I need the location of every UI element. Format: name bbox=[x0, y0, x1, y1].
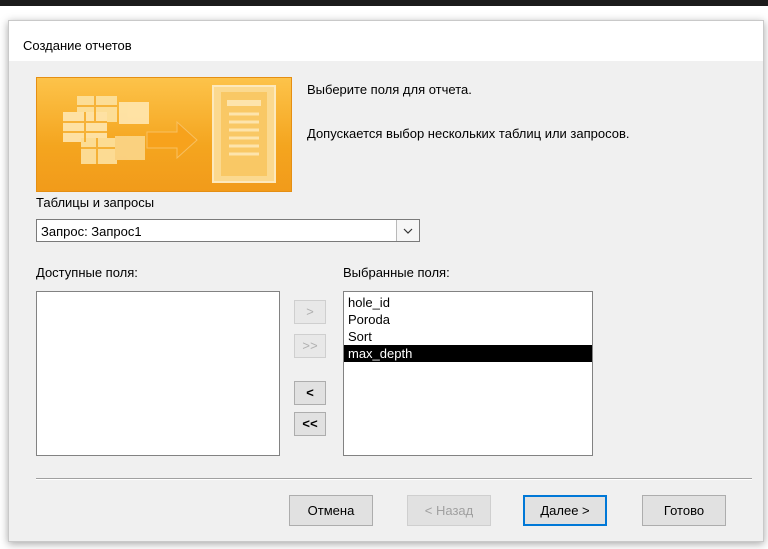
wizard-illustration bbox=[36, 77, 292, 192]
tables-queries-select[interactable]: Запрос: Запрос1 bbox=[36, 219, 420, 242]
report-wizard-dialog: Создание отчетов Выберите поля для отчет… bbox=[8, 20, 764, 542]
list-item[interactable]: Sort bbox=[344, 328, 592, 345]
list-item[interactable]: Poroda bbox=[344, 311, 592, 328]
selected-fields-label: Выбранные поля: bbox=[343, 265, 450, 280]
tables-queries-label: Таблицы и запросы bbox=[36, 195, 155, 210]
dialog-titlebar: Создание отчетов bbox=[9, 21, 763, 61]
dialog-title: Создание отчетов bbox=[23, 38, 132, 53]
back-button[interactable]: < Назад bbox=[407, 495, 491, 526]
add-field-button[interactable]: > bbox=[294, 300, 326, 324]
cancel-button-label: Отмена bbox=[307, 503, 355, 518]
add-all-fields-button[interactable]: >> bbox=[294, 334, 326, 358]
instruction-hint: Допускается выбор нескольких таблиц или … bbox=[307, 126, 630, 141]
instruction-text: Выберите поля для отчета. bbox=[307, 82, 472, 97]
chevron-down-icon[interactable] bbox=[396, 220, 419, 241]
back-button-label: < Назад bbox=[424, 503, 474, 518]
next-button[interactable]: Далее > bbox=[523, 495, 607, 526]
table-to-report-icon bbox=[63, 85, 276, 183]
selected-fields-list[interactable]: hole_id Poroda Sort max_depth bbox=[343, 291, 593, 456]
available-fields-list[interactable] bbox=[36, 291, 280, 456]
window-top-edge bbox=[0, 0, 768, 6]
list-item-selected[interactable]: max_depth bbox=[344, 345, 592, 362]
next-button-label: Далее > bbox=[540, 503, 590, 518]
list-item[interactable]: hole_id bbox=[344, 294, 592, 311]
available-fields-label: Доступные поля: bbox=[36, 265, 138, 280]
finish-button-label: Готово bbox=[663, 503, 705, 518]
remove-field-button[interactable]: < bbox=[294, 381, 326, 405]
selected-source-value: Запрос: Запрос1 bbox=[41, 224, 142, 239]
remove-all-fields-button[interactable]: << bbox=[294, 412, 326, 436]
footer-separator bbox=[36, 478, 752, 480]
cancel-button[interactable]: Отмена bbox=[289, 495, 373, 526]
finish-button[interactable]: Готово bbox=[642, 495, 726, 526]
